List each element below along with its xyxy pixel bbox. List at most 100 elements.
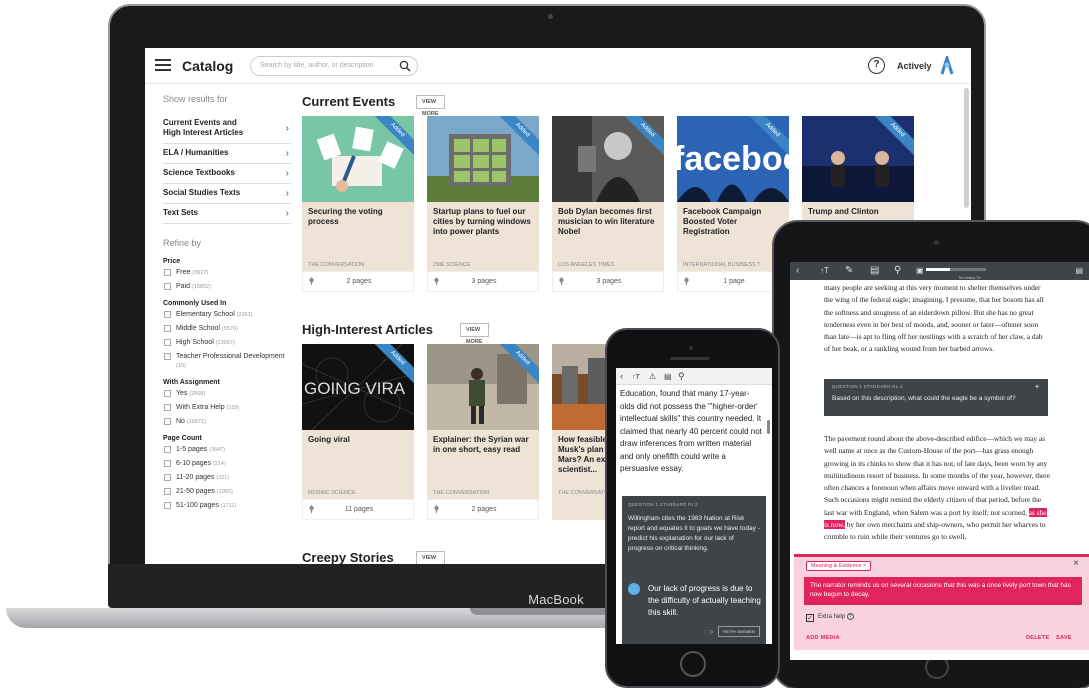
annotation-comment[interactable]: The narrator reminds us on several occas…	[804, 577, 1082, 605]
book-icon[interactable]: ▣	[916, 265, 924, 277]
checkbox-checked-icon[interactable]: ✓	[806, 614, 814, 622]
filter-checkbox[interactable]: 11-20 pages (321)	[163, 473, 291, 483]
view-more-button[interactable]: VIEW MORE	[416, 551, 445, 564]
notes-icon[interactable]: ▤	[870, 265, 879, 277]
sidebar-category-item[interactable]: ELA / Humanities ›	[163, 144, 291, 164]
filter-label: Elementary School	[176, 311, 235, 318]
card-title[interactable]: Bob Dylan becomes first musician to win …	[558, 207, 660, 237]
brand-logo-icon[interactable]	[939, 56, 955, 76]
student-answer: Our lack of progress is due to the diffi…	[648, 584, 761, 617]
search-input[interactable]: Search by title, author, or description	[250, 56, 418, 76]
scrollbar[interactable]	[964, 88, 969, 208]
like-count-value: 0	[709, 630, 713, 636]
question-text: Based on this description, what could th…	[832, 395, 1016, 402]
filter-checkbox[interactable]: 21-50 pages (1065)	[163, 487, 291, 497]
checkbox-icon[interactable]	[164, 311, 171, 318]
filter-checkbox[interactable]: Elementary School (2261)	[163, 310, 291, 320]
card-title[interactable]: Startup plans to fuel our cities by turn…	[433, 207, 535, 237]
card-thumbnail: facebooAdded	[677, 116, 789, 202]
filter-checkbox[interactable]: Paid (15852)	[163, 282, 291, 292]
checkbox-icon[interactable]	[164, 325, 171, 332]
sidebar-category-item[interactable]: Current Events and High Interest Article…	[163, 114, 291, 144]
filter-checkbox[interactable]: 1-5 pages (3647)	[163, 445, 291, 455]
filter-checkbox[interactable]: With Extra Help (159)	[163, 403, 291, 413]
search-icon[interactable]: ⚲	[894, 265, 901, 277]
card-title[interactable]: Facebook Campaign Boosted Voter Registra…	[683, 207, 785, 237]
filter-checkbox[interactable]: 51-100 pages (1711)	[163, 501, 291, 511]
annotation-panel: Meaning & Evidence × × The narrator remi…	[794, 554, 1089, 650]
bell-icon[interactable]: ⚠	[649, 371, 656, 382]
catalog-card[interactable]: Added Startup plans to fuel our cities by…	[427, 116, 539, 292]
filter-checkbox[interactable]: Free (3927)	[163, 268, 291, 278]
catalog-card[interactable]: GOING VIRA Added Going viral MOSAIC SCIENCE…	[302, 344, 414, 520]
hamburger-menu-icon[interactable]	[155, 59, 171, 71]
sidebar-category-item[interactable]: Social Studies Texts ›	[163, 184, 291, 204]
edit-icon[interactable]: ✎	[845, 265, 853, 277]
checkbox-icon[interactable]	[164, 488, 171, 495]
checkbox-icon[interactable]	[164, 269, 171, 276]
card-source: THE CONVERSATION	[433, 490, 490, 496]
search-icon[interactable]: ⚲	[678, 371, 685, 382]
card-source: ZME SCIENCE	[433, 262, 471, 268]
catalog-card[interactable]: Added Bob Dylan becomes first musician to…	[552, 116, 664, 292]
retry-answer-button[interactable]: RETRY ANSWER	[718, 626, 760, 637]
save-button[interactable]: SAVE	[1056, 635, 1072, 641]
back-icon[interactable]: ‹	[620, 371, 623, 382]
filter-checkbox[interactable]: No (16871)	[163, 417, 291, 427]
card-source: THE CONVERSATION	[308, 262, 365, 268]
filter-count: (159)	[226, 405, 240, 411]
search-placeholder: Search by title, author, or description	[260, 62, 374, 69]
phone-speaker	[670, 357, 710, 360]
filter-checkbox[interactable]: Middle School (5576)	[163, 324, 291, 334]
filter-group-title: Commonly Used In	[163, 300, 227, 307]
view-more-button[interactable]: VIEW MORE	[460, 323, 489, 345]
filter-group-title: Page Count	[163, 435, 202, 442]
text-size-icon[interactable]: ↑T	[820, 265, 829, 277]
filter-checkbox[interactable]: High School (13067)	[163, 338, 291, 348]
close-icon[interactable]: ×	[1073, 558, 1079, 569]
checkbox-icon[interactable]	[164, 460, 171, 467]
card-title[interactable]: Securing the voting process	[308, 207, 410, 227]
checkbox-icon[interactable]	[164, 353, 171, 360]
search-icon[interactable]	[399, 60, 411, 72]
back-icon[interactable]: ‹	[796, 265, 799, 277]
filter-checkbox[interactable]: Teacher Professional Development (10)	[163, 352, 291, 371]
catalog-card[interactable]: Added Securing the voting process THE CONV…	[302, 116, 414, 292]
sidebar-category-item[interactable]: Science Textbooks ›	[163, 164, 291, 184]
embedded-question[interactable]: QUESTION 1 STANDARD RL.4 Based on this d…	[824, 379, 1048, 416]
reading-progress-bar[interactable]	[926, 268, 986, 271]
checkbox-icon[interactable]	[164, 502, 171, 509]
filter-checkbox[interactable]: 6-10 pages (214)	[163, 459, 291, 469]
card-title[interactable]: Trump and Clinton	[808, 207, 910, 217]
annotation-tag[interactable]: Meaning & Evidence ×	[806, 561, 872, 571]
sidebar-category-label: ELA / Humanities	[163, 148, 229, 157]
checkbox-icon[interactable]	[164, 404, 171, 411]
sidebar-category-item[interactable]: Text Sets ›	[163, 204, 291, 224]
view-more-button[interactable]: VIEW MORE	[416, 95, 445, 117]
delete-button[interactable]: DELETE	[1026, 635, 1050, 641]
phone-home-button[interactable]	[680, 651, 706, 677]
card-footer: 3 pages	[427, 271, 539, 292]
filter-checkbox[interactable]: Yes (2908)	[163, 389, 291, 399]
checkbox-icon[interactable]	[164, 339, 171, 346]
text-size-icon[interactable]: ↑T	[632, 372, 640, 383]
extra-help-checkbox[interactable]: ✓ Extra help ?	[806, 613, 854, 622]
catalog-card[interactable]: Added Explainer: the Syrian war in one sh…	[427, 344, 539, 520]
add-media-button[interactable]: ADD MEDIA	[806, 635, 840, 641]
help-icon[interactable]: ?	[868, 57, 885, 74]
checkbox-icon[interactable]	[164, 446, 171, 453]
card-thumbnail: Added	[427, 116, 539, 202]
card-title[interactable]: Explainer: the Syrian war in one short, …	[433, 435, 535, 455]
svg-text:faceboo: faceboo	[677, 140, 789, 178]
checkbox-icon[interactable]	[164, 283, 171, 290]
checkbox-icon[interactable]	[164, 474, 171, 481]
page-count: 2 pages	[471, 506, 497, 513]
menu-icon[interactable]: ▤	[1075, 265, 1083, 277]
info-icon[interactable]: ?	[846, 613, 854, 620]
checkbox-icon[interactable]	[164, 418, 171, 425]
notes-icon[interactable]: ▤	[664, 371, 672, 382]
checkbox-icon[interactable]	[164, 390, 171, 397]
card-title[interactable]: Going viral	[308, 435, 410, 445]
pin-icon[interactable]: ✦	[1034, 383, 1040, 391]
scrollbar[interactable]	[767, 420, 770, 434]
